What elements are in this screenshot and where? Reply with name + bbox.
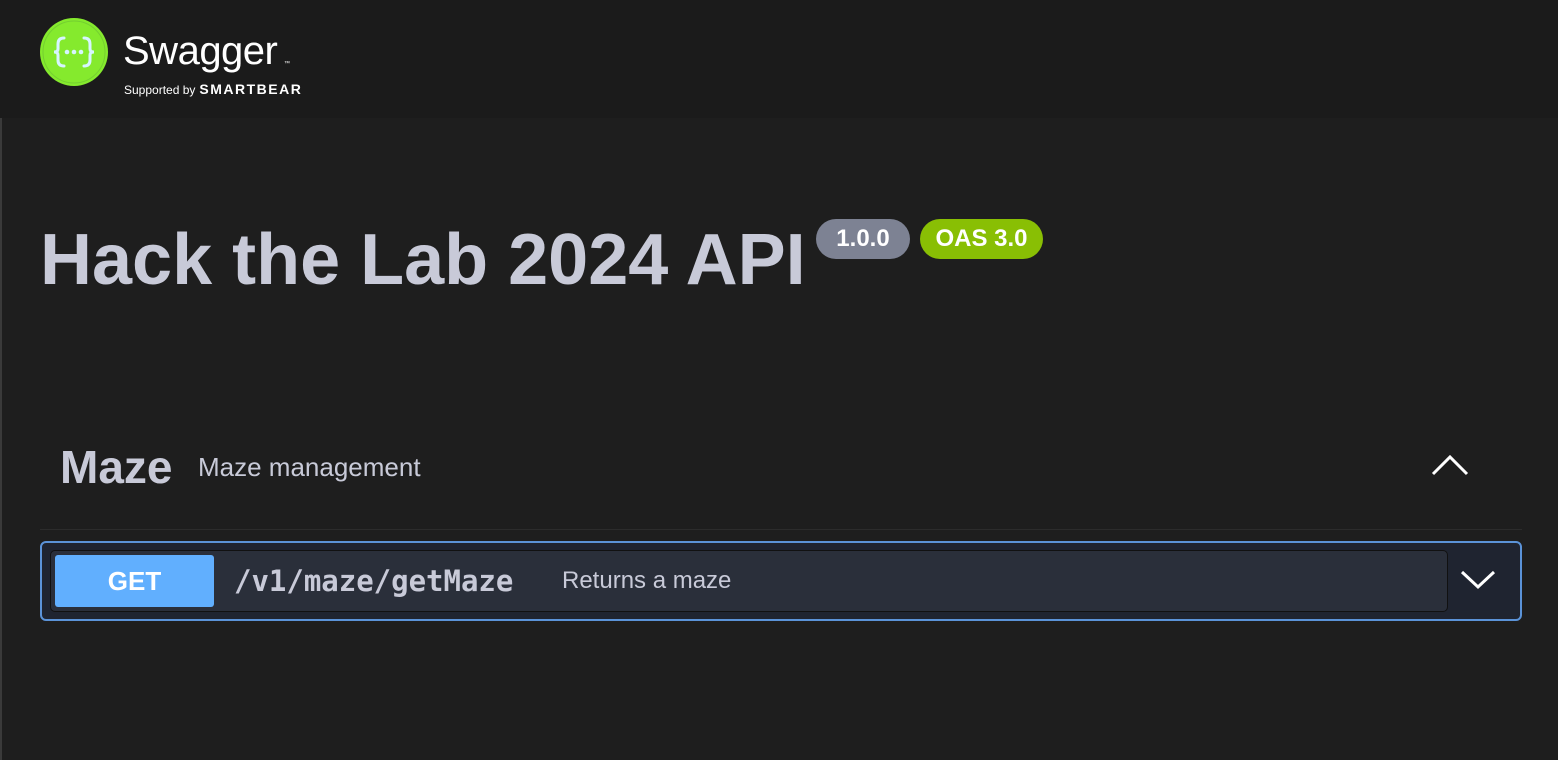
operation-path: /v1/maze/getMaze — [234, 564, 514, 598]
braces-dots-icon — [40, 18, 108, 86]
operation-get-maze: GET /v1/maze/getMaze Returns a maze — [40, 541, 1522, 621]
tagline-brand: SMARTBEAR — [199, 81, 303, 97]
oas-badge: OAS 3.0 — [920, 219, 1043, 259]
page-edge-divider — [0, 118, 2, 760]
tag-section-maze[interactable]: Maze Maze management — [40, 430, 1522, 530]
tag-description: Maze management — [198, 452, 421, 482]
logo-name: Swagger — [123, 29, 278, 73]
swagger-logo-link[interactable]: Swagger ™ Supported by SMARTBEAR — [40, 18, 330, 102]
operation-summary[interactable]: GET /v1/maze/getMaze Returns a maze — [50, 550, 1448, 612]
version-badge: 1.0.0 — [816, 219, 910, 259]
tagline-prefix: Supported by — [124, 83, 196, 97]
chevron-up-icon[interactable] — [1430, 450, 1470, 480]
operation-description: Returns a maze — [562, 567, 732, 594]
api-title: Hack the Lab 2024 API — [40, 220, 806, 300]
tag-name: Maze — [60, 441, 173, 493]
logo-trademark: ™ — [284, 61, 290, 67]
topbar: Swagger ™ Supported by SMARTBEAR — [0, 0, 1558, 118]
logo-tagline: Supported by SMARTBEAR — [124, 81, 302, 98]
method-badge: GET — [55, 555, 214, 607]
chevron-down-icon[interactable] — [1460, 567, 1496, 591]
